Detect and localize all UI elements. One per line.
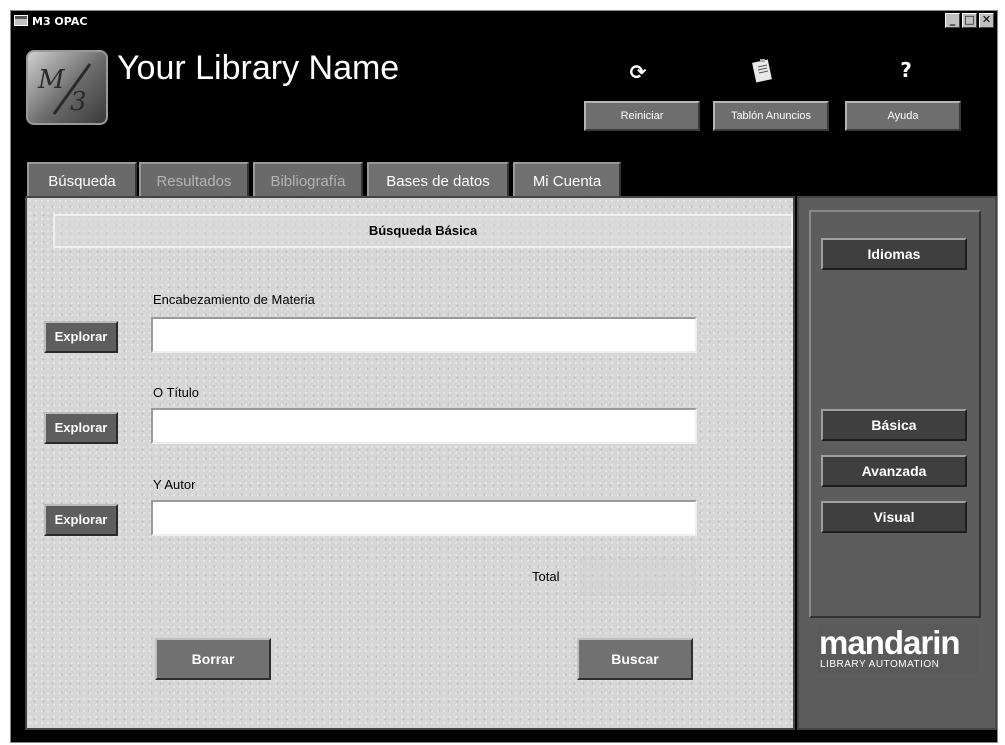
title-bar[interactable]: M3 OPAC _ □ ✕ xyxy=(11,11,997,32)
tab-bibliografia[interactable]: Bibliografía xyxy=(253,162,363,198)
tab-resultados[interactable]: Resultados xyxy=(139,162,249,198)
app-window: M3 OPAC _ □ ✕ M 3 Your Library Name ⟳ ? … xyxy=(10,10,998,743)
brand-name: mandarin xyxy=(819,624,961,661)
author-label: Y Autor xyxy=(153,477,196,492)
search-panel: Búsqueda Básica Encabezamiento de Materi… xyxy=(25,196,795,730)
svg-text:M: M xyxy=(37,65,66,95)
svg-text:3: 3 xyxy=(70,87,87,117)
bulletin-board-button[interactable]: Tablón Anuncios xyxy=(713,101,829,131)
window-title: M3 OPAC xyxy=(32,15,88,28)
window-controls: _ □ ✕ xyxy=(945,13,994,28)
title-label: O Título xyxy=(153,385,200,400)
maximize-button[interactable]: □ xyxy=(962,13,977,28)
browse-subject-button[interactable]: Explorar xyxy=(44,321,118,353)
total-value xyxy=(580,558,696,596)
section-title: Búsqueda Básica xyxy=(53,214,793,248)
tab-bases-de-datos[interactable]: Bases de datos xyxy=(367,162,509,198)
author-input[interactable] xyxy=(151,500,697,536)
languages-button[interactable]: Idiomas xyxy=(821,238,967,270)
help-icon[interactable]: ? xyxy=(891,58,921,82)
browse-author-button[interactable]: Explorar xyxy=(44,504,118,536)
sidebar: Idiomas Básica Avanzada Visual mandarin … xyxy=(797,196,997,730)
title-input[interactable] xyxy=(151,408,697,444)
tab-mi-cuenta[interactable]: Mi Cuenta xyxy=(513,162,621,198)
basic-search-button[interactable]: Básica xyxy=(821,409,967,441)
visual-search-button[interactable]: Visual xyxy=(821,501,967,533)
subject-heading-label: Encabezamiento de Materia xyxy=(153,292,315,307)
app-window-icon xyxy=(14,15,28,26)
close-button[interactable]: ✕ xyxy=(979,13,994,28)
mandarin-logo: mandarin LIBRARY AUTOMATION xyxy=(817,624,977,674)
search-button[interactable]: Buscar xyxy=(577,638,693,680)
browse-title-button[interactable]: Explorar xyxy=(44,412,118,444)
m3-logo: M 3 xyxy=(26,50,108,125)
reset-icon[interactable]: ⟳ xyxy=(623,60,653,84)
header: M 3 Your Library Name ⟳ ? Reiniciar Tabl… xyxy=(11,32,997,202)
help-button[interactable]: Ayuda xyxy=(845,101,961,131)
subject-heading-input[interactable] xyxy=(151,317,697,353)
library-name: Your Library Name xyxy=(117,49,400,87)
reset-button[interactable]: Reiniciar xyxy=(584,101,700,131)
sidebar-inner-frame: Idiomas Básica Avanzada Visual xyxy=(809,210,981,618)
total-label: Total xyxy=(532,569,560,584)
advanced-search-button[interactable]: Avanzada xyxy=(821,455,967,487)
minimize-button[interactable]: _ xyxy=(945,13,960,28)
bulletin-icon[interactable] xyxy=(752,58,774,84)
clear-button[interactable]: Borrar xyxy=(155,638,271,680)
brand-tagline: LIBRARY AUTOMATION xyxy=(820,659,940,670)
